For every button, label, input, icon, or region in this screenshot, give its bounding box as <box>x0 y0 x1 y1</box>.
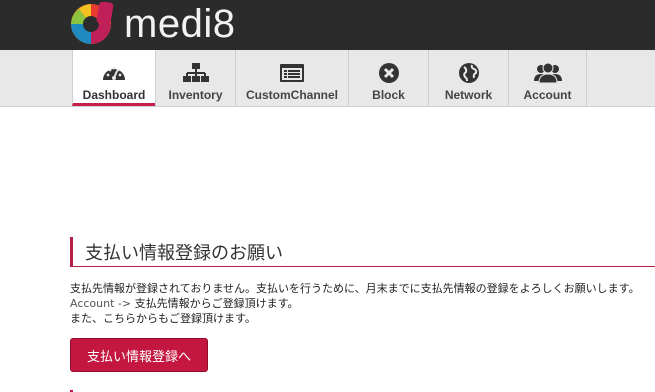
notice-line-2-rest: 支払先情報からご登録頂けます。 <box>131 297 299 310</box>
block-x-icon <box>378 62 400 84</box>
notice-line-1: 支払先情報が登録されておりません。支払いを行うために、月末までに支払先情報の登録… <box>70 282 640 295</box>
top-header: medi8 <box>0 0 655 50</box>
brand-logo[interactable]: medi8 <box>70 2 235 46</box>
tab-label: Block <box>372 88 405 102</box>
tab-label: Dashboard <box>82 88 146 102</box>
dashboard-icon <box>101 62 127 84</box>
notice-line-2: Account -> 支払先情報からご登録頂けます。 <box>70 297 299 311</box>
tab-customchannel[interactable]: CustomChannel <box>235 50 348 106</box>
section-heading: 支払い情報登録のお願い <box>70 237 655 267</box>
users-icon <box>533 62 562 84</box>
tab-network[interactable]: Network <box>428 50 508 106</box>
tab-label: Inventory <box>168 88 223 102</box>
register-payment-button[interactable]: 支払い情報登録へ <box>70 338 208 372</box>
tab-label: CustomChannel <box>245 88 338 102</box>
tab-block[interactable]: Block <box>348 50 428 106</box>
tab-dashboard[interactable]: Dashboard <box>72 50 155 106</box>
brand-name: medi8 <box>124 2 236 46</box>
tab-account[interactable]: Account <box>508 50 587 106</box>
sitemap-icon <box>182 62 209 84</box>
tab-label: Network <box>444 88 493 102</box>
tab-inventory[interactable]: Inventory <box>155 50 235 106</box>
tab-label: Account <box>523 88 572 102</box>
globe-icon <box>458 62 480 84</box>
main-nav: Dashboard Inventory CustomChannel Block … <box>0 50 655 107</box>
list-window-icon <box>279 62 305 84</box>
notice-line-3: また、こちらからもご登録頂けます。 <box>70 312 256 325</box>
account-path-text: Account -> <box>70 297 132 310</box>
page-title: 支払い情報登録のお願い <box>85 243 283 264</box>
logo-mark-icon <box>71 2 114 44</box>
